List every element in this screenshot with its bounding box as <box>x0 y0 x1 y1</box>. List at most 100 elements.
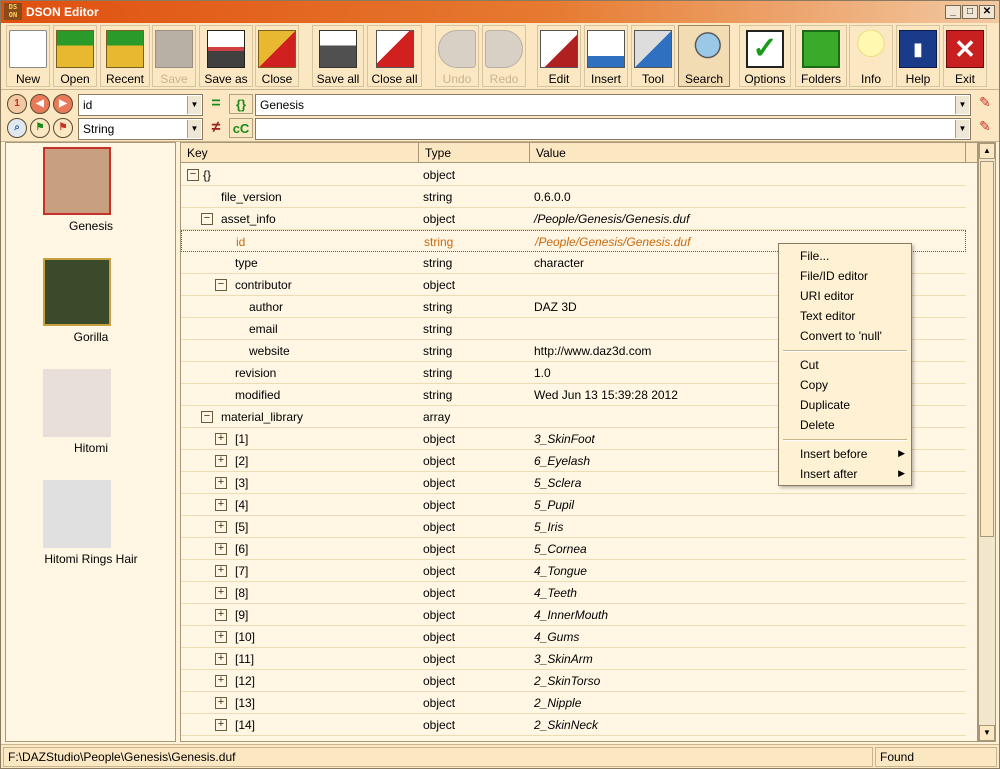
context-menu-item[interactable]: Copy <box>779 376 911 396</box>
maximize-button[interactable]: □ <box>962 5 978 19</box>
context-menu-item[interactable]: Convert to 'null' <box>779 327 911 347</box>
context-menu-item[interactable]: File... <box>779 247 911 267</box>
chevron-down-icon[interactable]: ▼ <box>187 120 201 138</box>
figure-item[interactable]: Gorilla <box>6 254 176 364</box>
key-field-select[interactable]: id ▼ <box>78 94 203 116</box>
tree-row[interactable]: + [12] object 2_SkinTorso <box>181 670 966 692</box>
vertical-scrollbar[interactable]: ▲ ▼ <box>978 142 996 742</box>
figure-item[interactable]: Genesis <box>6 143 176 253</box>
search-next-icon[interactable]: ▶ <box>53 94 73 114</box>
toolbar-undo-button[interactable]: Undo <box>435 25 479 87</box>
row-value: 5_Cornea <box>534 542 587 556</box>
toolbar-save-all-button[interactable]: Save all <box>312 25 364 87</box>
toolbar-info-button[interactable]: Info <box>849 25 893 87</box>
context-menu-item[interactable]: URI editor <box>779 287 911 307</box>
expand-icon[interactable]: + <box>215 499 227 511</box>
tree-row[interactable]: −{} object <box>181 164 966 186</box>
tree-row[interactable]: + [8] object 4_Teeth <box>181 582 966 604</box>
toolbar-close-button[interactable]: Close <box>255 25 299 87</box>
expand-icon[interactable]: + <box>215 543 227 555</box>
toolbar-save-button[interactable]: Save <box>152 25 196 87</box>
toolbar-search-button[interactable]: Search <box>678 25 730 87</box>
toolbar-tool-button[interactable]: Tool <box>631 25 675 87</box>
column-header-type[interactable]: Type <box>419 143 530 163</box>
toolbar-exit-button[interactable]: ✕ Exit <box>943 25 987 87</box>
expand-icon[interactable]: + <box>215 477 227 489</box>
toolbar-recent-button[interactable]: Recent <box>100 25 150 87</box>
title-bar[interactable]: DS ON DSON Editor _ □ ✕ <box>1 1 999 23</box>
context-menu-item[interactable]: Insert after ▶ <box>779 465 911 485</box>
expand-icon[interactable]: + <box>215 631 227 643</box>
row-type: object <box>423 432 456 446</box>
tree-row[interactable]: + [14] object 2_SkinNeck <box>181 714 966 736</box>
clear-second-search-icon[interactable]: ✎ <box>975 118 995 138</box>
tree-row[interactable]: + [4] object 5_Pupil <box>181 494 966 516</box>
collapse-icon[interactable]: − <box>201 411 213 423</box>
search-prev-icon[interactable]: ◀ <box>30 94 50 114</box>
not-equals-operator-button[interactable]: ≠ <box>207 120 225 138</box>
toolbar-folders-button[interactable]: Folders <box>795 25 847 87</box>
checkmark-icon: ✓ <box>746 30 784 68</box>
context-menu-item[interactable]: Text editor <box>779 307 911 327</box>
expand-icon[interactable]: + <box>215 609 227 621</box>
collapse-icon[interactable]: − <box>187 169 199 181</box>
search-count-icon[interactable]: 1 <box>7 94 27 114</box>
toolbar-help-button[interactable]: ▮ Help <box>896 25 940 87</box>
expand-icon[interactable]: + <box>215 675 227 687</box>
expand-icon[interactable]: + <box>215 565 227 577</box>
expand-icon[interactable]: + <box>215 697 227 709</box>
minimize-button[interactable]: _ <box>945 5 961 19</box>
tree-row[interactable]: + [6] object 5_Cornea <box>181 538 966 560</box>
tree-row[interactable]: + [13] object 2_Nipple <box>181 692 966 714</box>
expand-icon[interactable]: + <box>215 455 227 467</box>
expand-icon[interactable]: + <box>215 521 227 533</box>
context-menu-item[interactable]: Insert before ▶ <box>779 445 911 465</box>
chevron-down-icon[interactable]: ▼ <box>187 96 201 114</box>
expand-icon[interactable]: + <box>215 433 227 445</box>
search-magnifier-icon[interactable]: ⌕ <box>7 118 27 138</box>
context-menu-item[interactable]: File/ID editor <box>779 267 911 287</box>
scroll-up-icon[interactable]: ▲ <box>979 143 995 159</box>
toolbar-edit-button[interactable]: Edit <box>537 25 581 87</box>
scroll-down-icon[interactable]: ▼ <box>979 725 995 741</box>
context-menu-item[interactable]: Duplicate <box>779 396 911 416</box>
context-menu-item[interactable]: Delete <box>779 416 911 436</box>
search-value-input[interactable]: Genesis ▼ <box>255 94 971 116</box>
equals-operator-button[interactable]: = <box>207 96 225 114</box>
flag-green-icon[interactable]: ⚑ <box>30 118 50 138</box>
toolbar-new-button[interactable]: New <box>6 25 50 87</box>
flag-red-icon[interactable]: ⚑ <box>53 118 73 138</box>
chevron-down-icon[interactable]: ▼ <box>955 96 969 114</box>
toolbar-options-button[interactable]: ✓ Options <box>739 25 791 87</box>
tree-row[interactable]: + [7] object 4_Tongue <box>181 560 966 582</box>
second-search-input[interactable]: ▼ <box>255 118 971 140</box>
expand-icon[interactable]: + <box>215 587 227 599</box>
tree-row[interactable]: + [11] object 3_SkinArm <box>181 648 966 670</box>
toolbar-save-as-button[interactable]: Save as <box>199 25 253 87</box>
tree-row[interactable]: + [9] object 4_InnerMouth <box>181 604 966 626</box>
figure-item[interactable]: Hitomi <box>6 365 176 475</box>
toolbar-open-button[interactable]: Open <box>53 25 97 87</box>
type-select[interactable]: String ▼ <box>78 118 203 140</box>
case-toggle-button[interactable]: cC <box>229 118 253 138</box>
clear-search-icon[interactable]: ✎ <box>975 94 995 114</box>
collapse-icon[interactable]: − <box>215 279 227 291</box>
expand-icon[interactable]: + <box>215 653 227 665</box>
toolbar-redo-button[interactable]: Redo <box>482 25 526 87</box>
context-menu-item[interactable]: Cut <box>779 356 911 376</box>
column-header-key[interactable]: Key <box>181 143 419 163</box>
expand-icon[interactable]: + <box>215 719 227 731</box>
figure-item[interactable]: Hitomi Rings Hair <box>6 476 176 586</box>
braces-toggle-button[interactable]: {} <box>229 94 253 114</box>
tree-row[interactable]: + [5] object 5_Iris <box>181 516 966 538</box>
tree-row[interactable]: + [10] object 4_Gums <box>181 626 966 648</box>
toolbar-close-all-button[interactable]: Close all <box>367 25 422 87</box>
column-header-value[interactable]: Value <box>530 143 966 163</box>
tree-row[interactable]: file_version string 0.6.0.0 <box>181 186 966 208</box>
tree-row[interactable]: − asset_info object/People/Genesis/Genesis… <box>181 208 966 230</box>
toolbar-insert-button[interactable]: Insert <box>584 25 628 87</box>
close-window-button[interactable]: ✕ <box>979 5 995 19</box>
chevron-down-icon[interactable]: ▼ <box>955 120 969 138</box>
scroll-thumb[interactable] <box>980 161 994 537</box>
collapse-icon[interactable]: − <box>201 213 213 225</box>
